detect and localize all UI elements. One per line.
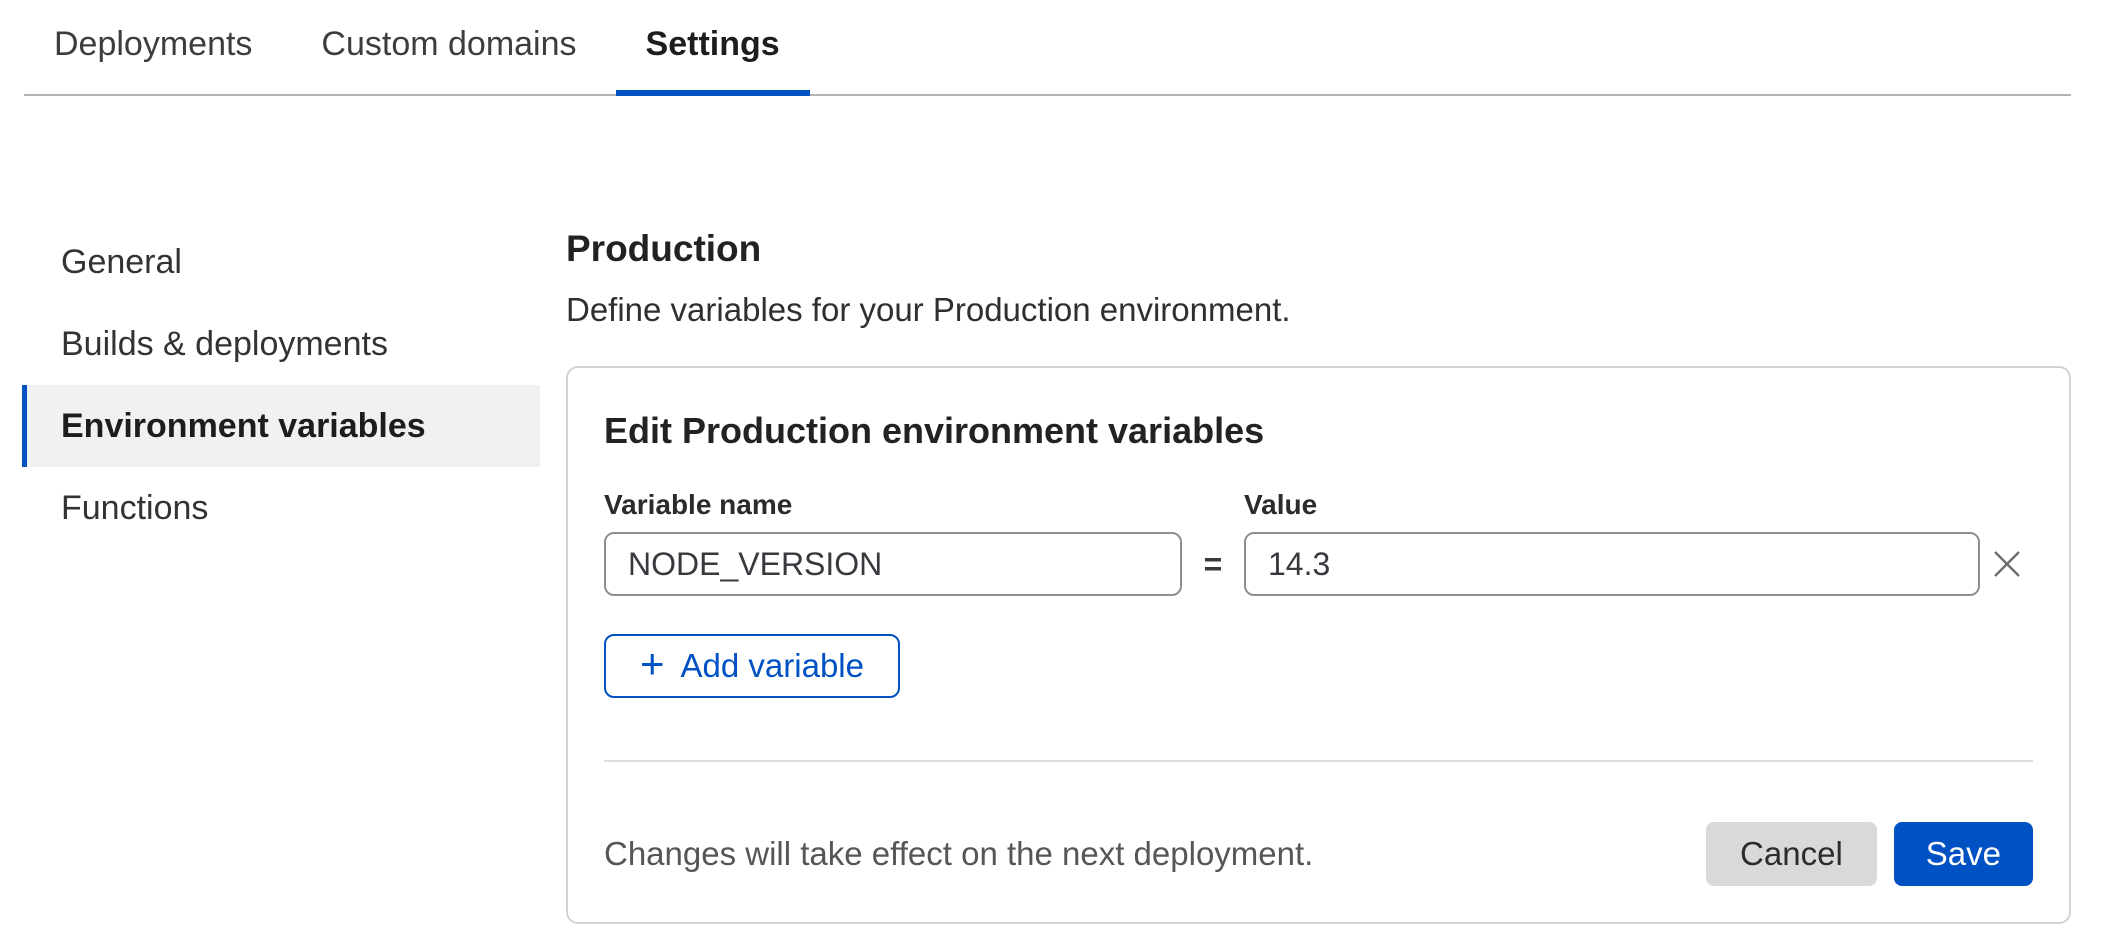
deployment-note: Changes will take effect on the next dep… — [604, 835, 1313, 873]
variable-name-input[interactable] — [604, 532, 1182, 596]
project-tab-bar: Deployments Custom domains Settings — [24, 0, 2071, 96]
settings-content: General Builds & deployments Environment… — [0, 96, 2121, 924]
variable-row: = — [604, 532, 2033, 596]
sidebar-item-functions[interactable]: Functions — [22, 467, 540, 549]
sidebar-item-builds-deployments[interactable]: Builds & deployments — [22, 303, 540, 385]
settings-sidebar: General Builds & deployments Environment… — [22, 221, 540, 549]
environment-variables-panel: Production Define variables for your Pro… — [566, 96, 2071, 924]
value-label: Value — [1244, 488, 1980, 522]
tab-deployments[interactable]: Deployments — [24, 22, 282, 94]
variable-name-label: Variable name — [604, 488, 1182, 522]
remove-variable-button[interactable] — [1985, 542, 2029, 586]
sidebar-item-general[interactable]: General — [22, 221, 540, 303]
edit-variables-card: Edit Production environment variables Va… — [566, 366, 2071, 924]
card-divider — [604, 760, 2033, 762]
add-variable-button[interactable]: + Add variable — [604, 634, 900, 698]
plus-icon: + — [640, 643, 665, 685]
close-icon — [1992, 549, 2022, 579]
equals-sign: = — [1182, 546, 1244, 583]
cancel-button[interactable]: Cancel — [1706, 822, 1877, 886]
variable-value-input[interactable] — [1244, 532, 1980, 596]
variable-labels-row: Variable name Value — [604, 488, 2033, 522]
card-title: Edit Production environment variables — [604, 408, 2033, 454]
add-variable-label: Add variable — [681, 647, 864, 685]
save-button[interactable]: Save — [1894, 822, 2033, 886]
tab-custom-domains[interactable]: Custom domains — [291, 22, 606, 94]
section-title: Production — [566, 226, 2071, 272]
sidebar-item-environment-variables[interactable]: Environment variables — [22, 385, 540, 467]
section-description: Define variables for your Production env… — [566, 288, 2071, 332]
card-footer: Changes will take effect on the next dep… — [604, 822, 2033, 886]
tab-settings[interactable]: Settings — [616, 22, 810, 94]
